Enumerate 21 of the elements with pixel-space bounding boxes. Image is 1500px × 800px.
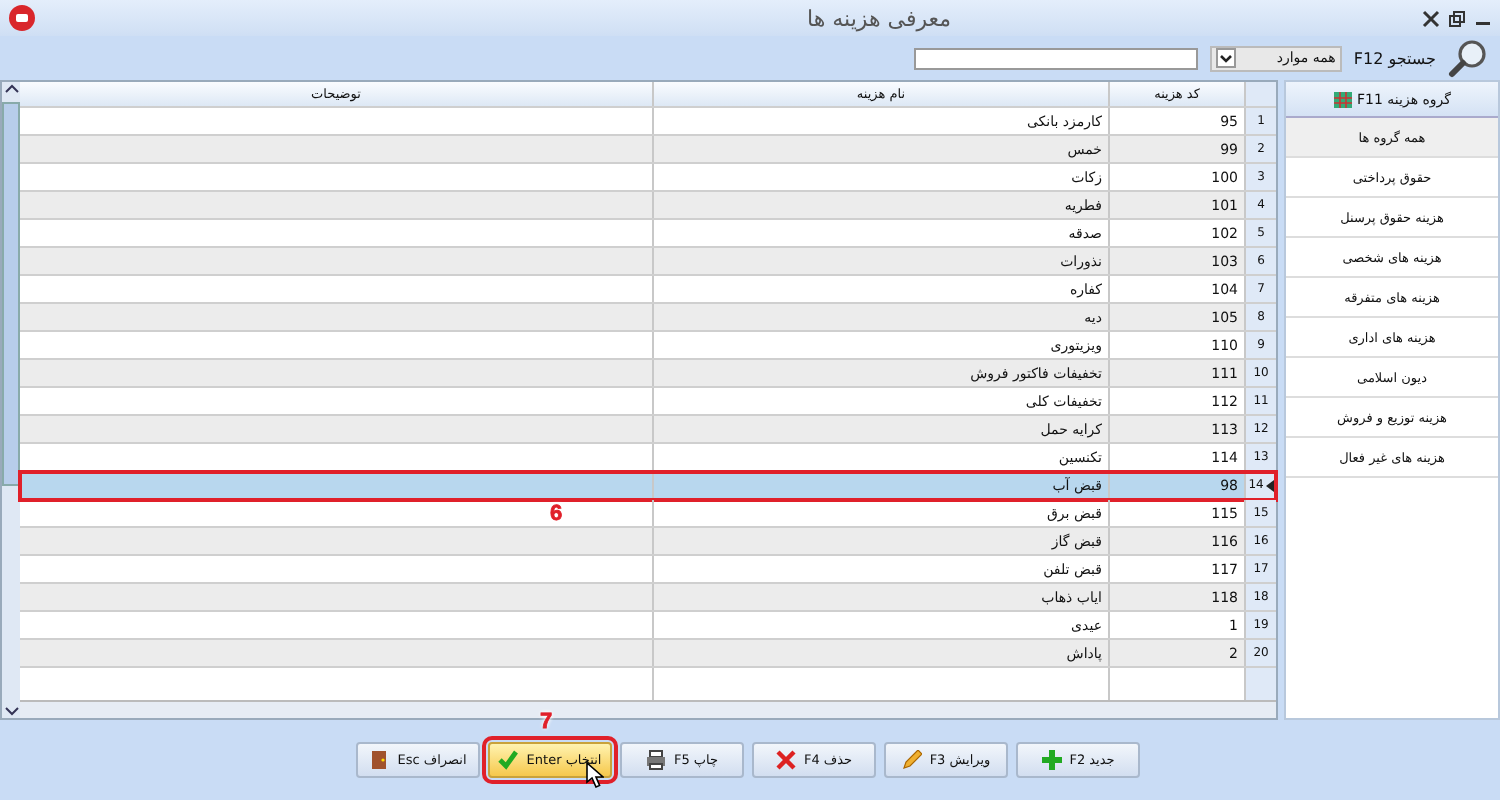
checkmark-icon <box>498 750 519 770</box>
row-pointer-icon <box>1265 479 1274 491</box>
pencil-icon <box>901 750 922 770</box>
door-icon <box>369 750 390 770</box>
search-label: جستجو F12 <box>1353 49 1436 67</box>
search-field[interactable] <box>913 47 1198 69</box>
plus-icon <box>1041 750 1062 770</box>
cross-icon <box>775 750 796 770</box>
dropdown-icon[interactable] <box>1215 48 1236 68</box>
callout-number: 7 <box>540 710 553 734</box>
callout-number: 6 <box>550 502 563 526</box>
search-icon[interactable] <box>1448 38 1488 78</box>
restore-icon[interactable] <box>1448 9 1466 27</box>
close-icon[interactable] <box>1422 9 1440 27</box>
printer-icon <box>645 750 666 770</box>
grid-icon <box>1333 91 1351 107</box>
scroll-down-icon[interactable] <box>3 702 19 718</box>
scroll-up-icon[interactable] <box>3 82 19 98</box>
window-title: معرفی هزینه ها <box>805 5 953 31</box>
vertical-scrollbar[interactable] <box>2 82 20 718</box>
app-icon <box>8 4 36 32</box>
